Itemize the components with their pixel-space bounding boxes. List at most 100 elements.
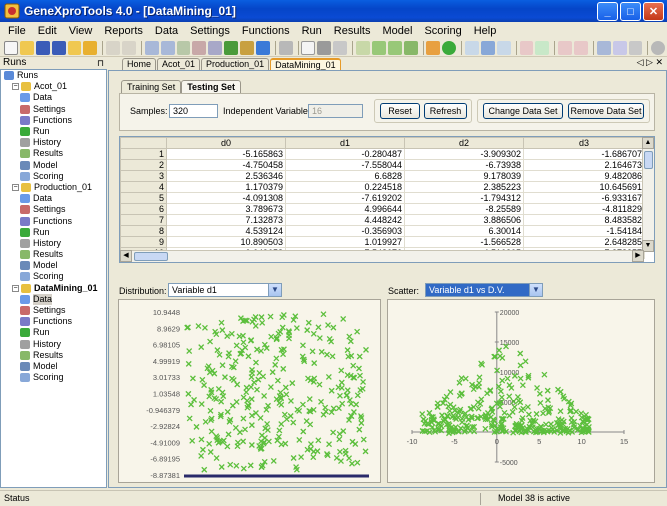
window-icon[interactable] xyxy=(628,40,643,55)
menu-run[interactable]: Run xyxy=(296,25,328,37)
table-row[interactable]: 4 1.170379 0.224518 2.385223 10.645691 xyxy=(120,181,645,193)
new-icon[interactable] xyxy=(4,40,18,55)
table-icon[interactable] xyxy=(160,40,175,55)
tab-navigation[interactable]: ◁ ▷ ✕ xyxy=(637,57,663,68)
table-cell[interactable]: 10.890503 xyxy=(166,236,286,248)
scroll-right-arrow[interactable]: ▶ xyxy=(632,250,644,262)
collapse-icon[interactable]: − xyxy=(12,183,19,191)
image-icon[interactable] xyxy=(403,40,418,55)
tree-run-node[interactable]: − Acot_01 xyxy=(1,81,106,92)
remove-data-set-button[interactable]: Remove Data Set xyxy=(568,103,644,119)
menu-reports[interactable]: Reports xyxy=(98,25,149,37)
table-cell[interactable]: 1.019927 xyxy=(285,236,405,248)
tree-item[interactable]: Model xyxy=(1,260,106,271)
options-icon[interactable] xyxy=(651,40,666,55)
table-row[interactable]: 1 -5.165863 -0.280487 -3.909302 -1.686707 xyxy=(120,148,645,160)
table-row[interactable]: 9 10.890503 1.019927 -1.566528 2.648285 xyxy=(120,236,645,248)
table-row[interactable]: 6 3.789673 4.996644 -8.25589 -4.811829 xyxy=(120,203,645,215)
menu-data[interactable]: Data xyxy=(149,25,184,37)
tree-item[interactable]: Settings xyxy=(1,305,106,316)
tree-item[interactable]: Scoring xyxy=(1,372,106,383)
tree-item[interactable]: Results xyxy=(1,350,106,361)
globe-icon[interactable] xyxy=(255,40,270,55)
collapse-icon[interactable]: − xyxy=(12,83,19,91)
tree-item[interactable]: History xyxy=(1,339,106,350)
table-row[interactable]: 5 -4.091308 -7.619202 -1.794312 -6.933167 xyxy=(120,192,645,204)
table-row[interactable]: 2 -4.750458 -7.558044 -6.73938 2.164673 xyxy=(120,159,645,171)
run-icon[interactable] xyxy=(224,40,239,55)
report-d-icon[interactable] xyxy=(574,40,588,55)
menu-edit[interactable]: Edit xyxy=(32,25,63,37)
menu-scoring[interactable]: Scoring xyxy=(418,25,467,37)
table-cell[interactable]: -6.933167 xyxy=(523,192,645,204)
pin-icon[interactable]: ⊓ xyxy=(97,57,104,69)
folder-icon[interactable] xyxy=(67,40,82,55)
refresh-button[interactable]: Refresh xyxy=(424,103,467,119)
table-cell[interactable]: -1.566528 xyxy=(404,236,524,248)
scroll-thumb[interactable] xyxy=(134,252,168,261)
menu-model[interactable]: Model xyxy=(376,25,418,37)
report-b-icon[interactable] xyxy=(535,40,550,55)
tree-item[interactable]: Results xyxy=(1,148,106,159)
tree-item[interactable]: Model xyxy=(1,361,106,372)
tree-item[interactable]: Runs xyxy=(1,70,106,81)
distribution-select[interactable]: Variable d1 ▼ xyxy=(168,283,282,297)
table-cell[interactable]: 6.30014 xyxy=(404,225,524,237)
menu-file[interactable]: File xyxy=(2,25,32,37)
table-cell[interactable]: -0.356903 xyxy=(285,225,405,237)
tab-home[interactable]: Home xyxy=(122,58,157,70)
column-header[interactable]: d2 xyxy=(404,137,524,149)
tree-item[interactable]: Functions xyxy=(1,316,106,327)
table-cell[interactable]: -0.280487 xyxy=(285,148,405,160)
tree-item[interactable]: Settings xyxy=(1,104,106,115)
table-cell[interactable]: 9.482086 xyxy=(523,170,645,182)
vertical-scrollbar[interactable]: ▲ ▼ xyxy=(642,137,654,252)
scatter-select[interactable]: Variable d1 vs D.V. ▼ xyxy=(425,283,543,297)
table-row[interactable]: 7 7.132873 4.448242 3.886506 8.483582 xyxy=(120,214,645,226)
table-cell[interactable]: 2.385223 xyxy=(404,181,524,193)
tree-item[interactable]: Run xyxy=(1,327,106,338)
tree-item[interactable]: Data xyxy=(1,92,106,103)
tree-item[interactable]: Scoring xyxy=(1,171,106,182)
data-grid[interactable]: d0 d1 d2 d3 1 -5.165863 -0.280487 -3.909302… xyxy=(119,136,655,263)
play-icon[interactable] xyxy=(122,40,136,55)
tree-item[interactable]: Results xyxy=(1,249,106,260)
brush-icon[interactable] xyxy=(426,40,441,55)
column-header[interactable]: d1 xyxy=(285,137,405,149)
collapse-icon[interactable]: − xyxy=(12,284,19,292)
tab-training-set[interactable]: Training Set xyxy=(121,80,182,93)
table-cell[interactable]: -4.811829 xyxy=(523,203,645,215)
scroll-left-arrow[interactable]: ◀ xyxy=(120,250,132,262)
table-cell[interactable]: 2.164673 xyxy=(523,159,645,171)
table-cell[interactable]: 1.170379 xyxy=(166,181,286,193)
table-cell[interactable]: 9.178039 xyxy=(404,170,524,182)
table-cell[interactable]: 4.539124 xyxy=(166,225,286,237)
horizontal-scrollbar[interactable]: ◀ ▶ xyxy=(120,250,644,262)
table-cell[interactable]: -7.619202 xyxy=(285,192,405,204)
tool-icon[interactable] xyxy=(278,40,293,55)
table-cell[interactable]: 4.448242 xyxy=(285,214,405,226)
tree-item[interactable]: Run xyxy=(1,227,106,238)
chart-b-icon[interactable] xyxy=(496,40,511,55)
list-icon[interactable] xyxy=(596,40,611,55)
tab-datamining-01[interactable]: DataMining_01 xyxy=(270,58,341,70)
tree-item[interactable]: Settings xyxy=(1,204,106,215)
menu-view[interactable]: View xyxy=(63,25,99,37)
table-cell[interactable]: 10.645691 xyxy=(523,181,645,193)
table-cell[interactable]: -7.558044 xyxy=(285,159,405,171)
table-cell[interactable]: -4.091308 xyxy=(166,192,286,204)
table-cell[interactable]: 7.132873 xyxy=(166,214,286,226)
table-cell[interactable]: 2.536346 xyxy=(166,170,286,182)
table-row[interactable]: 3 2.536346 6.6828 9.178039 9.482086 xyxy=(120,170,645,182)
maximize-button[interactable]: □ xyxy=(620,2,641,21)
chart-icon[interactable] xyxy=(176,40,191,55)
go-icon[interactable] xyxy=(442,40,457,55)
table-cell[interactable]: -4.750458 xyxy=(166,159,286,171)
table-cell[interactable]: 0.224518 xyxy=(285,181,405,193)
tree-item[interactable]: Functions xyxy=(1,115,106,126)
change-data-set-button[interactable]: Change Data Set xyxy=(483,103,563,119)
save-icon[interactable] xyxy=(35,40,50,55)
tree-icon[interactable] xyxy=(480,40,495,55)
table-cell[interactable]: -5.165863 xyxy=(166,148,286,160)
menu-help[interactable]: Help xyxy=(468,25,503,37)
